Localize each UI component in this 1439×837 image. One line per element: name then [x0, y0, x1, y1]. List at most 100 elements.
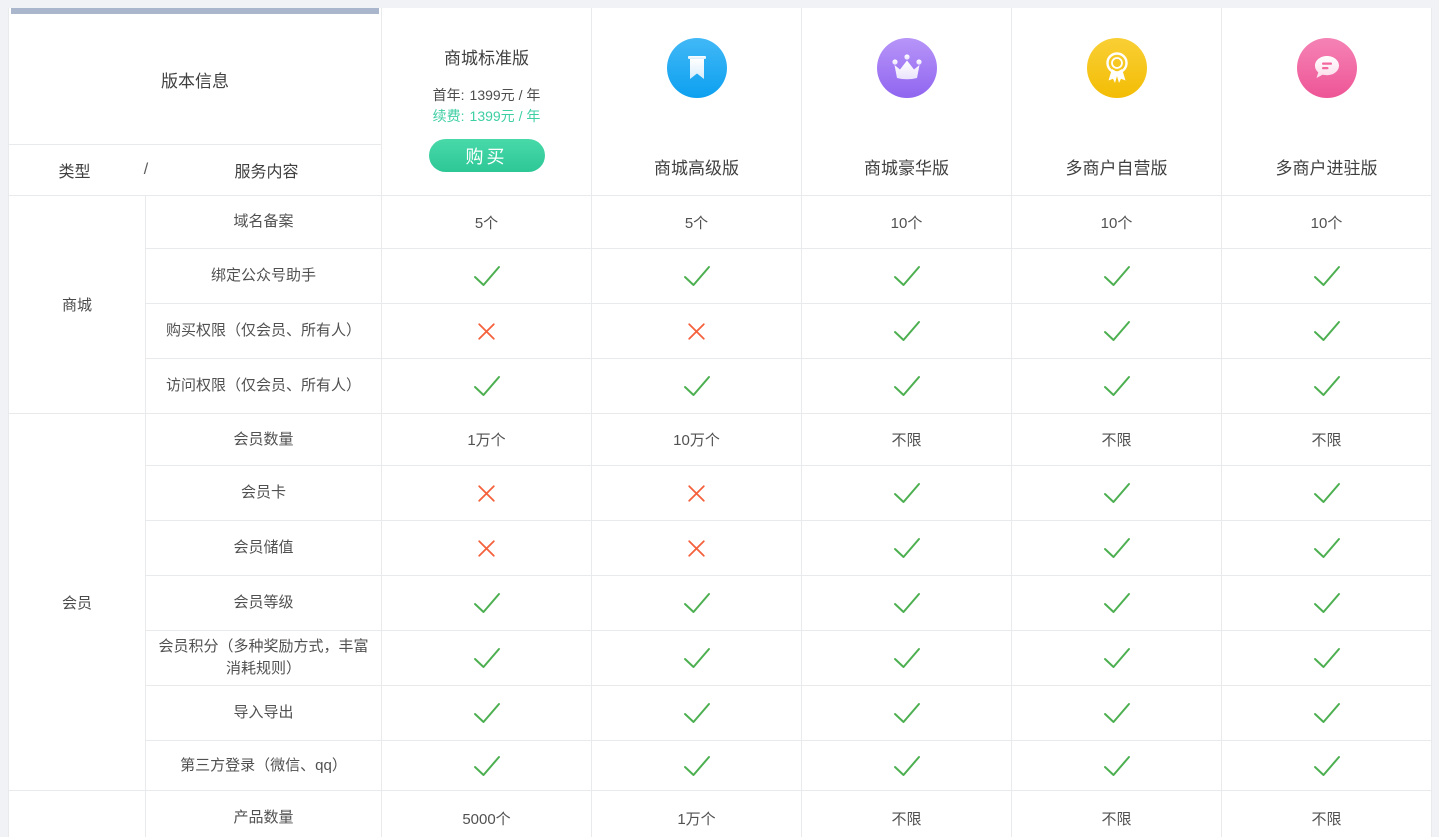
- first-year-label: 首年:: [433, 85, 465, 106]
- renewal-value: 1399元 / 年: [470, 106, 541, 127]
- version-info-title: 版本信息: [9, 14, 381, 145]
- value-cell: [802, 304, 1012, 359]
- value-cell: 不限: [1012, 791, 1222, 837]
- crown-icon: [889, 51, 925, 85]
- value-cell: 不限: [1222, 791, 1432, 837]
- feature-cell: 访问权限（仅会员、所有人）: [146, 359, 382, 414]
- value-text: 10万个: [673, 429, 720, 450]
- value-cell: [1012, 631, 1222, 686]
- plan-icon-circle: [877, 38, 937, 98]
- plan-header-deluxe: 商城豪华版: [802, 8, 1012, 196]
- value-cell: [592, 466, 802, 521]
- value-cell: [382, 741, 592, 791]
- feature-cell: 会员储值: [146, 521, 382, 576]
- check-icon: [892, 374, 922, 398]
- plan-title: 商城标准版: [444, 44, 529, 69]
- check-icon: [892, 481, 922, 505]
- check-icon: [682, 374, 712, 398]
- value-cell: [802, 249, 1012, 304]
- plan-title: 多商户进驻版: [1276, 154, 1378, 179]
- feature-cell: 域名备案: [146, 196, 382, 249]
- value-cell: [592, 576, 802, 631]
- value-cell: [382, 466, 592, 521]
- value-cell: [1012, 359, 1222, 414]
- value-cell: [802, 521, 1012, 576]
- value-cell: [1012, 304, 1222, 359]
- buy-button[interactable]: 购买: [429, 139, 545, 172]
- value-cell: [1012, 521, 1222, 576]
- check-icon: [1312, 319, 1342, 343]
- value-cell: [382, 686, 592, 741]
- value-cell: 10万个: [592, 414, 802, 466]
- value-text: 不限: [1101, 429, 1131, 450]
- value-cell: 不限: [1222, 414, 1432, 466]
- type-label: 类型: [9, 158, 140, 182]
- value-cell: 1万个: [382, 414, 592, 466]
- first-year-value: 1399元 / 年: [470, 85, 541, 106]
- check-icon: [1312, 374, 1342, 398]
- check-icon: [472, 374, 502, 398]
- value-cell: 5000个: [382, 791, 592, 837]
- check-icon: [892, 701, 922, 725]
- cross-icon: [687, 539, 706, 558]
- plan-title: 商城豪华版: [864, 154, 949, 179]
- check-icon: [1312, 701, 1342, 725]
- value-cell: [802, 631, 1012, 686]
- check-icon: [682, 646, 712, 670]
- value-cell: [592, 686, 802, 741]
- medal-icon: [1100, 50, 1134, 86]
- value-cell: [592, 249, 802, 304]
- check-icon: [1102, 264, 1132, 288]
- feature-cell: 绑定公众号助手: [146, 249, 382, 304]
- value-cell: [382, 359, 592, 414]
- renewal-price-line: 续费: 1399元 / 年: [433, 106, 541, 127]
- value-text: 不限: [1311, 808, 1341, 829]
- check-icon: [1102, 536, 1132, 560]
- check-icon: [472, 591, 502, 615]
- service-label: 服务内容: [152, 158, 381, 182]
- value-text: 不限: [891, 808, 921, 829]
- plan-prices: 首年: 1399元 / 年 续费: 1399元 / 年: [433, 85, 541, 127]
- check-icon: [892, 591, 922, 615]
- value-cell: [1222, 359, 1432, 414]
- check-icon: [682, 591, 712, 615]
- renewal-label: 续费:: [433, 106, 465, 127]
- value-cell: [1222, 304, 1432, 359]
- check-icon: [1102, 701, 1132, 725]
- value-cell: 5个: [592, 196, 802, 249]
- plan-title: 多商户自营版: [1066, 154, 1168, 179]
- value-cell: [1012, 249, 1222, 304]
- value-cell: [1222, 686, 1432, 741]
- value-cell: [592, 631, 802, 686]
- version-info-header: 版本信息 类型 / 服务内容: [9, 8, 382, 196]
- value-cell: [1012, 686, 1222, 741]
- check-icon: [682, 264, 712, 288]
- plan-header-standard: 商城标准版 首年: 1399元 / 年 续费: 1399元 / 年 购买: [382, 8, 592, 196]
- value-cell: [802, 359, 1012, 414]
- check-icon: [1312, 536, 1342, 560]
- value-cell: [592, 359, 802, 414]
- value-text: 5000个: [462, 808, 510, 829]
- value-cell: [382, 304, 592, 359]
- value-text: 5个: [685, 212, 708, 233]
- value-cell: [1012, 466, 1222, 521]
- cross-icon: [687, 322, 706, 341]
- value-cell: 10个: [1012, 196, 1222, 249]
- value-cell: [1222, 631, 1432, 686]
- value-cell: [802, 466, 1012, 521]
- value-text: 10个: [891, 212, 923, 233]
- plan-header-advanced: 商城高级版: [592, 8, 802, 196]
- feature-cell: 会员数量: [146, 414, 382, 466]
- category-cell: 商城: [9, 196, 146, 414]
- check-icon: [892, 264, 922, 288]
- plan-icon-circle: [1297, 38, 1357, 98]
- value-text: 不限: [891, 429, 921, 450]
- value-cell: [592, 521, 802, 576]
- plan-title: 商城高级版: [654, 154, 739, 179]
- value-cell: [382, 631, 592, 686]
- check-icon: [472, 264, 502, 288]
- value-cell: [592, 741, 802, 791]
- chat-icon: [1309, 51, 1345, 85]
- check-icon: [892, 646, 922, 670]
- value-text: 不限: [1311, 429, 1341, 450]
